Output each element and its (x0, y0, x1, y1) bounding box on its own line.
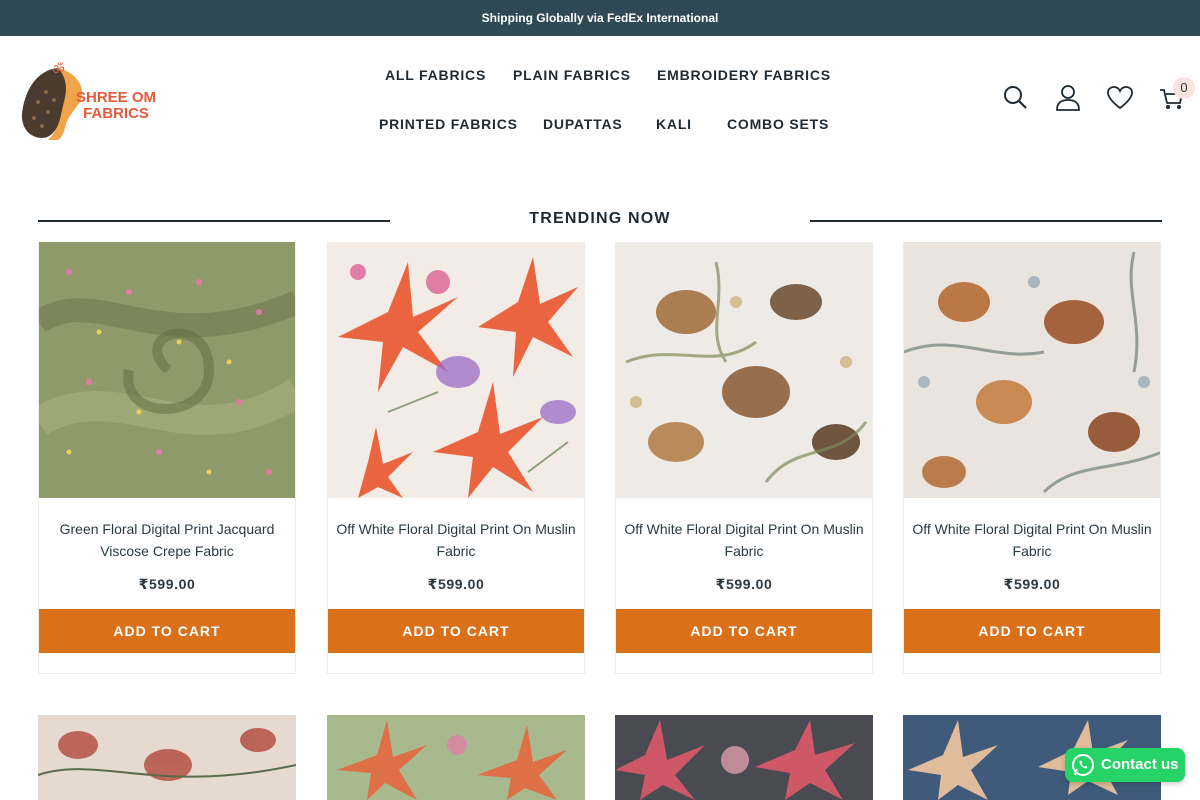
product-card[interactable]: Off White Floral Digital Print On Muslin… (903, 242, 1161, 674)
nav-combo-sets[interactable]: COMBO SETS (727, 116, 829, 132)
nav-plain-fabrics[interactable]: PLAIN FABRICS (513, 67, 631, 83)
search-icon[interactable] (1002, 84, 1030, 112)
product-price: ₹599.00 (1003, 576, 1061, 592)
section-divider-right (810, 220, 1162, 222)
product-title[interactable]: Green Floral Digital Print Jacquard Visc… (45, 518, 289, 562)
whatsapp-icon (1071, 753, 1095, 777)
product-image[interactable] (904, 242, 1160, 498)
product-title[interactable]: Off White Floral Digital Print On Muslin… (334, 518, 578, 562)
add-to-cart-button[interactable]: ADD TO CART (904, 609, 1160, 653)
site-header: ॐ SHREE OM FABRICS ALL FABRICS PLAIN FAB… (0, 36, 1200, 166)
product-title[interactable]: Off White Floral Digital Print On Muslin… (622, 518, 866, 562)
product-image[interactable] (38, 715, 296, 800)
announcement-text: Shipping Globally via FedEx Internationa… (481, 11, 719, 25)
nav-printed-fabrics[interactable]: PRINTED FABRICS (379, 116, 518, 132)
product-price: ₹599.00 (138, 576, 196, 592)
product-price: ₹599.00 (427, 576, 485, 592)
add-to-cart-button[interactable]: ADD TO CART (616, 609, 872, 653)
wishlist-icon[interactable] (1106, 84, 1134, 112)
product-image[interactable] (616, 242, 872, 498)
whatsapp-contact-button[interactable]: Contact us (1065, 748, 1185, 782)
product-title[interactable]: Off White Floral Digital Print On Muslin… (910, 518, 1154, 562)
section-divider-left (38, 220, 390, 222)
add-to-cart-button[interactable]: ADD TO CART (328, 609, 584, 653)
add-to-cart-button[interactable]: ADD TO CART (39, 609, 295, 653)
product-image[interactable] (615, 715, 873, 800)
nav-all-fabrics[interactable]: ALL FABRICS (385, 67, 486, 83)
product-card[interactable]: Green Floral Digital Print Jacquard Visc… (38, 242, 296, 674)
product-image[interactable] (328, 242, 584, 498)
account-icon[interactable] (1054, 84, 1082, 112)
product-card[interactable]: Off White Floral Digital Print On Muslin… (615, 242, 873, 674)
product-image[interactable] (327, 715, 585, 800)
cart-count-badge: 0 (1173, 77, 1195, 99)
product-card[interactable]: Off White Floral Digital Print On Muslin… (327, 242, 585, 674)
product-image[interactable] (39, 242, 295, 498)
nav-dupattas[interactable]: DUPATTAS (543, 116, 623, 132)
nav-kali[interactable]: KALI (656, 116, 692, 132)
nav-embroidery-fabrics[interactable]: EMBROIDERY FABRICS (657, 67, 831, 83)
announcement-bar: Shipping Globally via FedEx Internationa… (0, 0, 1200, 36)
product-price: ₹599.00 (715, 576, 773, 592)
whatsapp-label: Contact us (1101, 756, 1179, 773)
section-title: TRENDING NOW (529, 210, 671, 227)
